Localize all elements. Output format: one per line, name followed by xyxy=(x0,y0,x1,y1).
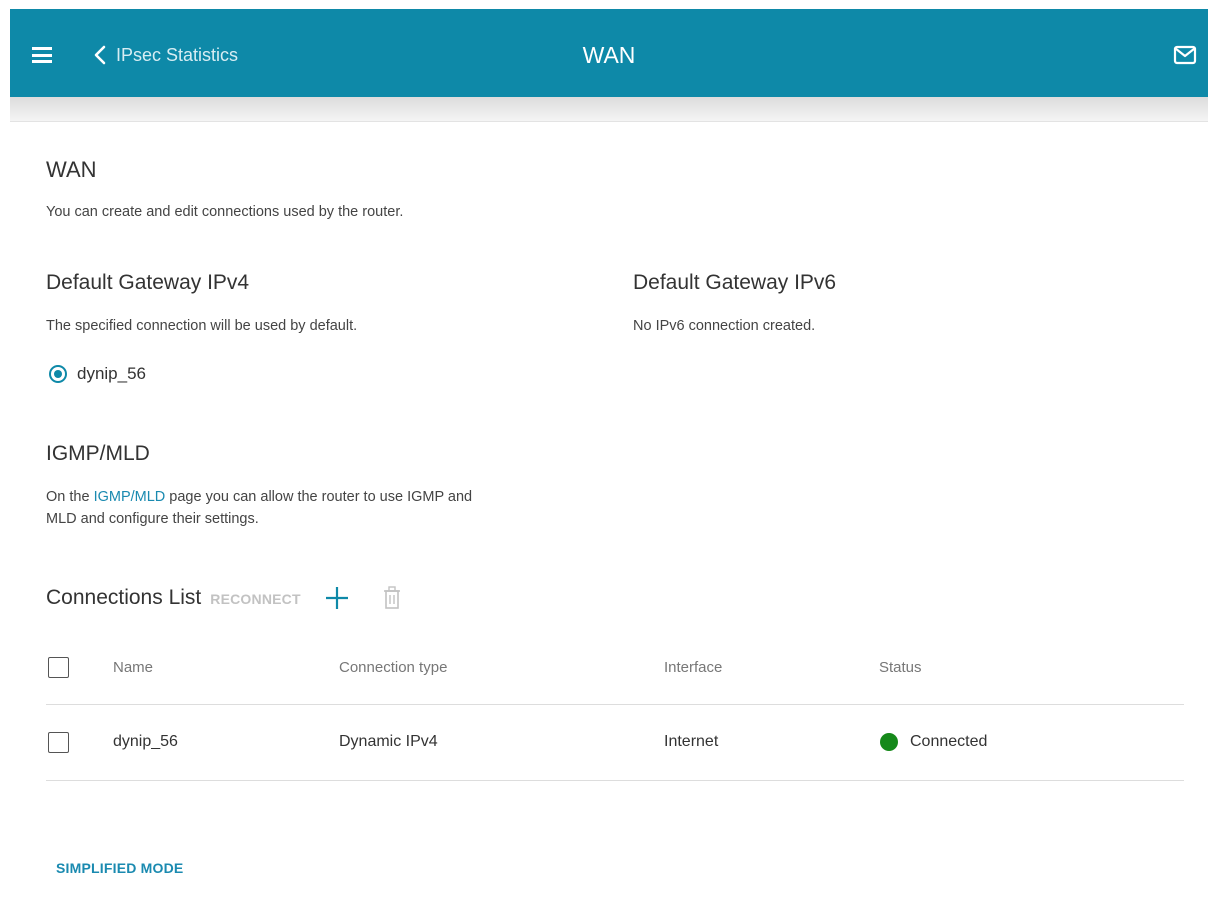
gateway-ipv4-option-label: dynip_56 xyxy=(77,364,147,383)
row-interface: Internet xyxy=(664,733,719,750)
row-name: dynip_56 xyxy=(113,733,178,750)
gateway-ipv4-description: The specified connection will be used by… xyxy=(46,318,358,334)
igmp-description: On the IGMP/MLD page you can allow the r… xyxy=(46,486,626,530)
reconnect-button[interactable]: RECONNECT xyxy=(210,591,300,607)
column-header-connection-type: Connection type xyxy=(339,659,448,676)
trash-icon[interactable] xyxy=(382,585,402,611)
row-checkbox[interactable] xyxy=(48,732,69,753)
status-connected-icon xyxy=(880,733,898,751)
row-connection-type: Dynamic IPv4 xyxy=(339,733,438,750)
simplified-mode-button[interactable]: SIMPLIFIED MODE xyxy=(56,860,183,876)
gateway-ipv6-title: Default Gateway IPv6 xyxy=(633,271,837,294)
table-row-divider xyxy=(46,780,1184,781)
row-status-label: Connected xyxy=(910,733,988,750)
gateway-ipv4-title: Default Gateway IPv4 xyxy=(46,271,250,294)
connections-toolbar: Connections List RECONNECT xyxy=(46,584,402,612)
page-description: You can create and edit connections used… xyxy=(46,204,404,220)
igmp-text-line2: MLD and configure their settings. xyxy=(46,511,259,527)
igmp-text-after: page you can allow the router to use IGM… xyxy=(165,489,473,505)
app-header: IPsec Statistics WAN xyxy=(10,9,1208,97)
igmp-text-before: On the xyxy=(46,489,94,505)
header-title: WAN xyxy=(582,42,636,68)
select-all-checkbox[interactable] xyxy=(48,657,69,678)
page-title: WAN xyxy=(46,157,97,182)
table-row[interactable]: dynip_56 Dynamic IPv4 Internet Connected xyxy=(46,705,1184,780)
mail-icon[interactable] xyxy=(1173,45,1197,65)
column-header-interface: Interface xyxy=(664,659,723,676)
frame-left xyxy=(0,0,10,920)
gateway-ipv4-radio[interactable] xyxy=(49,365,67,383)
plus-icon[interactable] xyxy=(323,584,351,612)
column-header-status: Status xyxy=(879,659,922,676)
igmp-title: IGMP/MLD xyxy=(46,442,150,465)
frame-top xyxy=(0,0,1208,8)
column-header-name: Name xyxy=(113,659,154,676)
row-status: Connected xyxy=(880,733,987,751)
header-shadow xyxy=(10,97,1208,122)
connections-title: Connections List xyxy=(46,586,202,609)
gateway-ipv6-description: No IPv6 connection created. xyxy=(633,318,816,334)
gateway-ipv4-option[interactable]: dynip_56 xyxy=(49,364,146,384)
igmp-link[interactable]: IGMP/MLD xyxy=(94,489,166,505)
